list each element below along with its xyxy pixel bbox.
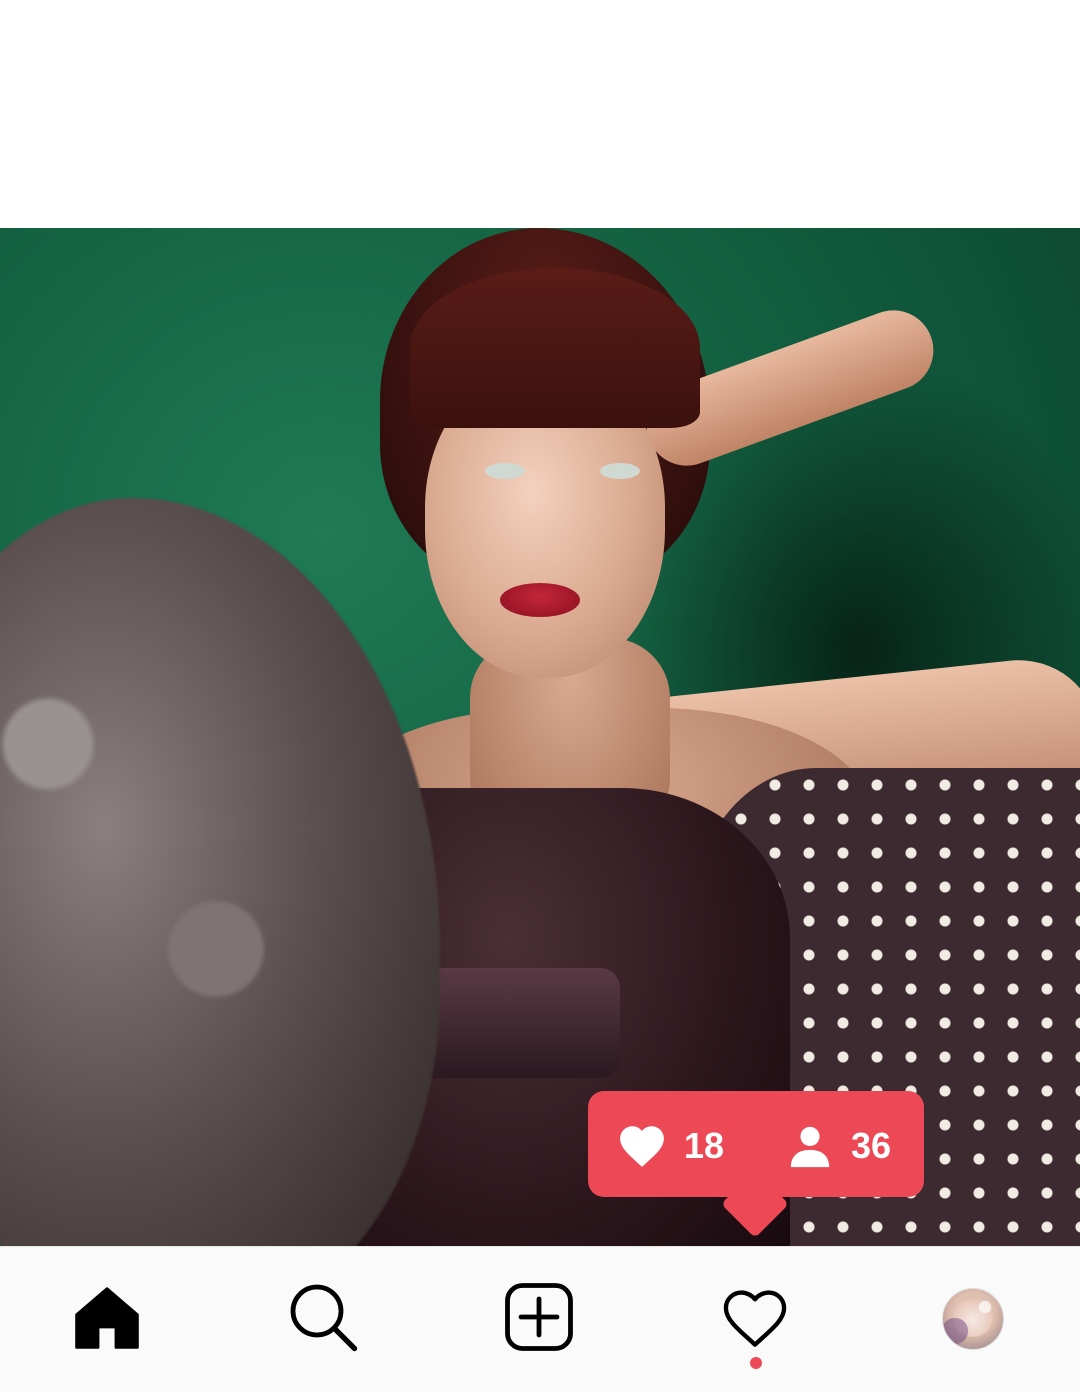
person-icon (790, 1126, 830, 1168)
photo-lips (500, 583, 580, 617)
likes-count: 18 (684, 1125, 725, 1166)
nav-activity-button[interactable] (719, 1281, 791, 1353)
photo-eye-right (600, 463, 640, 479)
nav-profile-avatar[interactable] (942, 1288, 1004, 1350)
nav-home-button[interactable] (71, 1281, 143, 1353)
home-icon (75, 1287, 139, 1349)
top-blank-area (0, 0, 1080, 228)
heart-outline-icon (723, 1290, 787, 1347)
activity-notification-dot (750, 1357, 762, 1369)
post-photo[interactable] (0, 228, 1080, 1246)
nav-new-post-button[interactable] (503, 1281, 575, 1353)
photo-fur-stole (0, 498, 440, 1246)
search-icon (290, 1284, 358, 1352)
follows-count: 36 (851, 1125, 892, 1166)
photo-eye-left (485, 463, 525, 479)
photo-bangs (410, 268, 700, 428)
nav-search-button[interactable] (287, 1281, 359, 1353)
add-post-icon (505, 1283, 573, 1351)
heart-icon (620, 1126, 664, 1167)
